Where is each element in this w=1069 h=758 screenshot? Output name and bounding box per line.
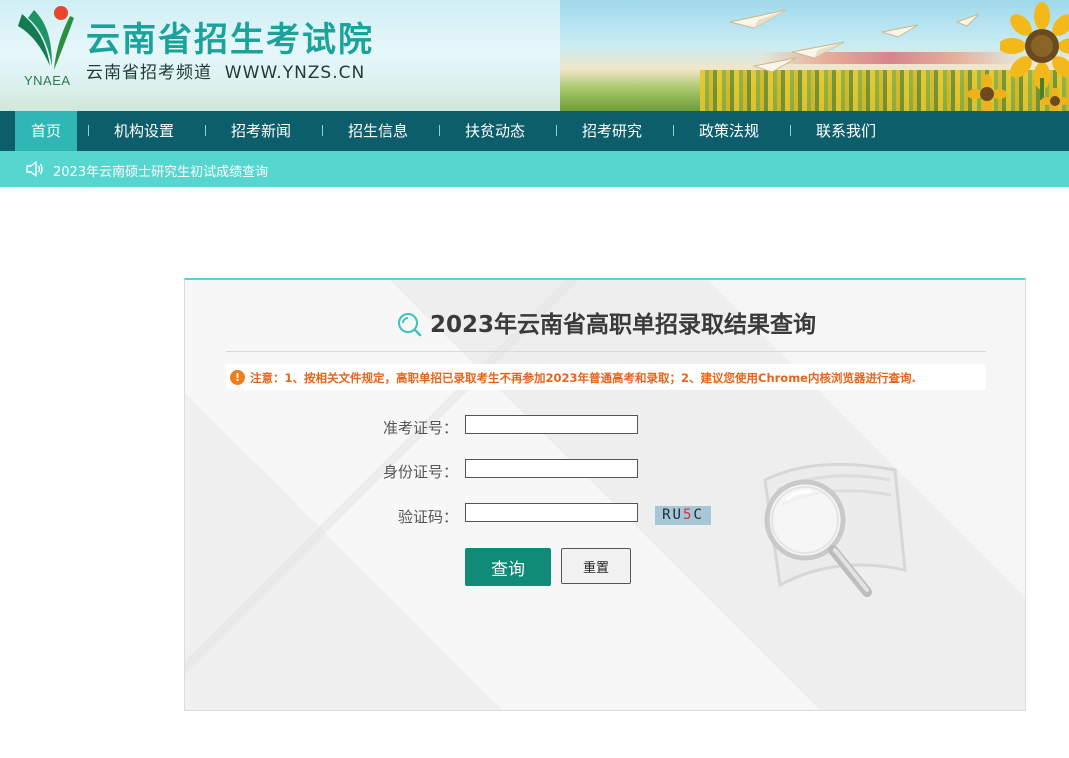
nav-item-label: 招考研究 [582, 122, 643, 140]
reset-button[interactable]: 重置 [561, 548, 631, 584]
nav-item-organization[interactable]: 机构设置 [114, 111, 174, 151]
magnifier-illustration-icon [763, 462, 907, 597]
nav-item-home[interactable]: 首页 [15, 111, 77, 151]
notice-bar: 2023年云南硕士研究生初试成绩查询 [0, 151, 1069, 187]
paper-plane-icon [752, 57, 797, 73]
paper-plane-icon [729, 9, 787, 29]
captcha-chars: RU [662, 507, 683, 523]
query-panel: 2023年云南省高职单招录取结果查询 ! 注意：1、按相关文件规定，高职单招已录… [184, 278, 1026, 711]
nav-separator [556, 125, 557, 136]
nav-item-poverty-news[interactable]: 扶贫动态 [465, 111, 525, 151]
nav-separator [322, 125, 323, 136]
captcha-chars: 5 [682, 507, 694, 523]
nav-separator [88, 125, 89, 136]
panel-title-row: 2023年云南省高职单招录取结果查询 [185, 305, 1025, 339]
captcha-input[interactable] [465, 503, 638, 522]
nav-item-policy[interactable]: 政策法规 [699, 111, 759, 151]
site-subtitle: 云南省招考频道 WWW.YNZS.CN [86, 63, 366, 83]
main-nav: 首页 机构设置 招考新闻 招生信息 扶贫动态 招考研究 政策法规 联系我们 [0, 111, 1069, 151]
sunflower-icon [967, 74, 1007, 111]
nav-item-exam-news[interactable]: 招考新闻 [231, 111, 291, 151]
site-title: 云南省招生考试院 [86, 20, 374, 60]
title-divider [226, 351, 986, 352]
nav-item-label: 政策法规 [699, 122, 760, 140]
query-button[interactable]: 查询 [465, 548, 551, 586]
notice-link[interactable]: 2023年云南硕士研究生初试成绩查询 [53, 161, 268, 180]
warning-notice: ! 注意：1、按相关文件规定，高职单招已录取考生不再参加2023年普通高考和录取… [226, 364, 986, 390]
sunflower-icon [1041, 88, 1069, 111]
nav-separator [439, 125, 440, 136]
ynaea-logo-icon [18, 6, 74, 70]
sunflower-icon [1000, 2, 1069, 100]
nav-item-label: 扶贫动态 [465, 122, 526, 140]
id-number-label: 身份证号： [382, 463, 458, 481]
captcha-label: 验证码： [397, 508, 458, 526]
nav-item-admission-info[interactable]: 招生信息 [348, 111, 408, 151]
paper-plane-icon [881, 24, 919, 38]
nav-item-label: 招考新闻 [231, 122, 292, 140]
exam-number-input[interactable] [465, 415, 638, 434]
paper-plane-icon [791, 41, 845, 59]
nav-separator [673, 125, 674, 136]
warning-text: 注意：1、按相关文件规定，高职单招已录取考生不再参加2023年普通高考和录取；2… [250, 371, 916, 385]
nav-separator [790, 125, 791, 136]
warning-icon: ! [230, 370, 245, 385]
logo-text: YNAEA [24, 73, 71, 88]
captcha-image[interactable]: RU5C [655, 506, 711, 525]
nav-item-label: 首页 [30, 122, 61, 140]
nav-separator [205, 125, 206, 136]
nav-item-label: 联系我们 [816, 122, 877, 140]
speaker-icon [26, 161, 43, 177]
nav-item-exam-research[interactable]: 招考研究 [582, 111, 642, 151]
id-number-input[interactable] [465, 459, 638, 478]
paper-plane-icon [955, 13, 980, 27]
header-banner: YNAEA 云南省招生考试院 云南省招考频道 WWW.YNZS.CN [0, 0, 1069, 111]
exam-number-label: 准考证号： [382, 419, 458, 437]
captcha-chars: C [693, 507, 704, 523]
search-icon [397, 313, 422, 337]
page-title: 2023年云南省高职单招录取结果查询 [429, 312, 816, 338]
nav-item-label: 招生信息 [348, 122, 409, 140]
nav-item-label: 机构设置 [114, 122, 175, 140]
nav-item-contact[interactable]: 联系我们 [816, 111, 876, 151]
